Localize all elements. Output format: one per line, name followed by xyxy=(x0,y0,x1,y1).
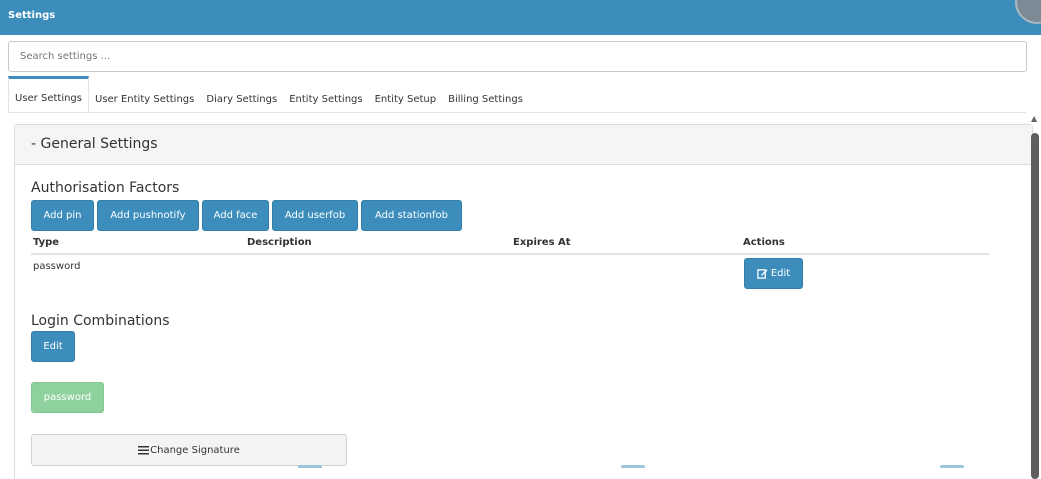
scroll-up-icon[interactable]: ▲ xyxy=(1031,114,1037,123)
tab-diary-settings[interactable]: Diary Settings xyxy=(200,77,283,112)
row-type: password xyxy=(33,261,81,272)
table-row: password xyxy=(31,257,989,293)
avatar[interactable] xyxy=(1015,0,1041,24)
hidden-button-peek xyxy=(940,465,964,468)
tab-entity-setup[interactable]: Entity Setup xyxy=(369,77,442,112)
general-settings-panel: - General Settings xyxy=(14,124,1033,479)
hidden-button-peek xyxy=(298,465,322,468)
add-pin-button[interactable]: Add pin xyxy=(31,200,94,231)
login-combinations-title: Login Combinations xyxy=(31,313,170,329)
add-pushnotify-button[interactable]: Add pushnotify xyxy=(97,200,199,231)
tab-user-settings[interactable]: User Settings xyxy=(8,76,89,112)
login-combination-badge[interactable]: password xyxy=(31,382,104,413)
scrollbar-thumb[interactable] xyxy=(1031,133,1039,479)
search-input[interactable] xyxy=(8,41,1027,72)
add-userfob-button[interactable]: Add userfob xyxy=(272,200,358,231)
column-header-type: Type xyxy=(33,237,60,248)
edit-factor-button[interactable]: Edit xyxy=(744,258,803,289)
panel-header[interactable]: - General Settings xyxy=(15,125,1032,165)
column-header-description: Description xyxy=(247,237,312,248)
edit-icon xyxy=(757,269,768,279)
tab-entity-settings[interactable]: Entity Settings xyxy=(283,77,368,112)
add-face-button[interactable]: Add face xyxy=(202,200,269,231)
menu-icon xyxy=(138,446,150,455)
column-header-actions: Actions xyxy=(743,237,785,248)
app-title-bar: Settings xyxy=(0,0,1041,35)
hidden-button-peek xyxy=(621,465,645,468)
authorisation-factors-title: Authorisation Factors xyxy=(31,180,180,196)
column-header-expires-at: Expires At xyxy=(513,237,571,248)
add-stationfob-button[interactable]: Add stationfob xyxy=(361,200,462,231)
edit-login-combinations-button[interactable]: Edit xyxy=(31,331,75,362)
scrollbar[interactable]: ▲ xyxy=(1029,112,1041,479)
edit-label: Edit xyxy=(770,268,791,279)
tab-user-entity-settings[interactable]: User Entity Settings xyxy=(89,77,200,112)
change-signature-button[interactable]: Change Signature xyxy=(31,434,347,466)
app-title: Settings xyxy=(8,10,56,21)
tab-billing-settings[interactable]: Billing Settings xyxy=(442,77,529,112)
settings-tabs: User Settings User Entity Settings Diary… xyxy=(8,76,1026,113)
auth-table-header: Type Description Expires At Actions xyxy=(31,234,989,255)
change-signature-label: Change Signature xyxy=(150,444,240,456)
